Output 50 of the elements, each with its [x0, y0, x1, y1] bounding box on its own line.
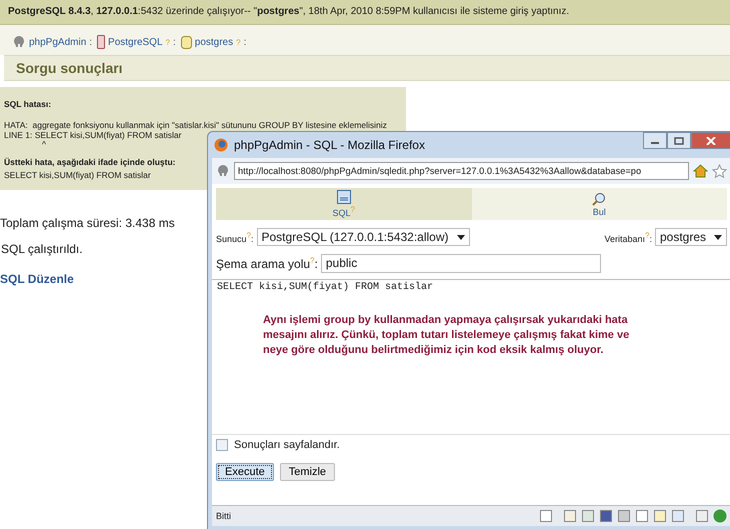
tab[interactable]: SQL$^{?}$: [216, 188, 472, 220]
separator: :: [244, 36, 246, 48]
login-info: PostgreSQL 8.4.3, 127.0.0.1:5432 üzerinde çalışıyor-- "postgres", 18th Apr, 2010 8:59PM kullanıcısı ile sisteme giriş yaptınız.: [8, 6, 570, 17]
database-icon: [180, 36, 192, 48]
form-button[interactable]: Temizle: [280, 463, 336, 481]
edit-sql-link[interactable]: SQL Düzenle: [0, 272, 74, 286]
error-heading: SQL hatası:: [4, 99, 52, 109]
error-message: HATA: aggregate fonksiyonu kullanmak için "satislar.kisi" sütununu GROUP BY listesine eklemelisiniz: [4, 120, 387, 130]
breadcrumb-link[interactable]: phpPgAdmin: [29, 36, 86, 48]
address-bar[interactable]: http://localhost:8080/phpPgAdmin/sqledit.php?server=127.0.0.1%3A5432%3Aallow&database=po: [234, 162, 689, 180]
close-button[interactable]: [691, 132, 730, 149]
star-icon[interactable]: [712, 164, 727, 178]
tab[interactable]: Bul: [472, 188, 727, 220]
search-icon: [592, 192, 606, 206]
schema-label: Şema arama yolu$^{?}$:: [216, 256, 318, 271]
page-title: Sorgu sonuçları: [16, 60, 123, 76]
close-icon: [706, 136, 716, 144]
table-icon: [336, 190, 351, 204]
page-icon[interactable]: [539, 509, 553, 523]
separator: :: [172, 36, 176, 48]
minimize-button[interactable]: [643, 132, 667, 149]
maximize-button[interactable]: [667, 132, 691, 149]
home-icon[interactable]: [693, 164, 708, 178]
error-message: LINE 1: SELECT kisi,SUM(fiyat) FROM satislar: [4, 130, 182, 140]
breadcrumb-link[interactable]: PostgreSQL: [108, 36, 163, 48]
paginate-label: Sonuçları sayfalandır.: [234, 439, 340, 451]
database-label: Veritabanı$^{?}$:: [604, 230, 652, 244]
maximize-icon: [674, 136, 684, 144]
server-icon: [97, 35, 106, 49]
server-label: Sunucu$^{?}$:: [216, 230, 254, 244]
sql-editor[interactable]: SELECT kisi,SUM(fiyat) FROM satislar Aynı işlemi group by kullanmadan yapmaya çalışırsak yukarıdaki hata mesajını alırız. Çünkü, toplam tutarı listelemeye çalışmış fakat kime ve neye göre olduğunu belirtmediğimiz için kod eksik kalmış oluyor.: [212, 279, 730, 435]
breadcrumb-link[interactable]: postgres: [194, 36, 234, 48]
elephant-icon: [216, 164, 230, 178]
status-message: SQL çalıştırıldı.: [1, 242, 84, 256]
error-sql: SELECT kisi,SUM(fiyat) FROM satislar: [4, 170, 151, 180]
schema-input[interactable]: public: [320, 254, 601, 273]
info-icon[interactable]: [713, 509, 727, 523]
firefox-icon: [214, 138, 228, 152]
separator: :: [89, 36, 92, 48]
error-context-heading: Üstteki hata, aşağıdaki ifade içinde oluştu:: [4, 157, 176, 167]
server-dropdown[interactable]: PostgreSQL (127.0.0.1:5432:allow): [256, 228, 470, 246]
status-text: Bitti: [216, 511, 232, 521]
error-caret: ^: [42, 140, 46, 148]
paginate-checkbox[interactable]: [216, 439, 228, 451]
total-time: Toplam çalışma süresi: 3.438 ms: [0, 216, 176, 230]
annotation-text: Aynı işlemi group by kullanmadan yapmaya çalışırsak yukarıdaki hata mesajını alırız. Çünkü, toplam tutarı listelemeye çalışmış fakat kime ve neye göre olduğunu belirtmediğimiz için kod eksik kalmış oluyor.: [263, 313, 630, 358]
form-button[interactable]: Execute: [216, 463, 274, 481]
window-title: phpPgAdmin - SQL - Mozilla Firefox: [234, 138, 425, 152]
database-dropdown[interactable]: postgres: [654, 228, 727, 246]
elephant-icon: [12, 35, 26, 49]
